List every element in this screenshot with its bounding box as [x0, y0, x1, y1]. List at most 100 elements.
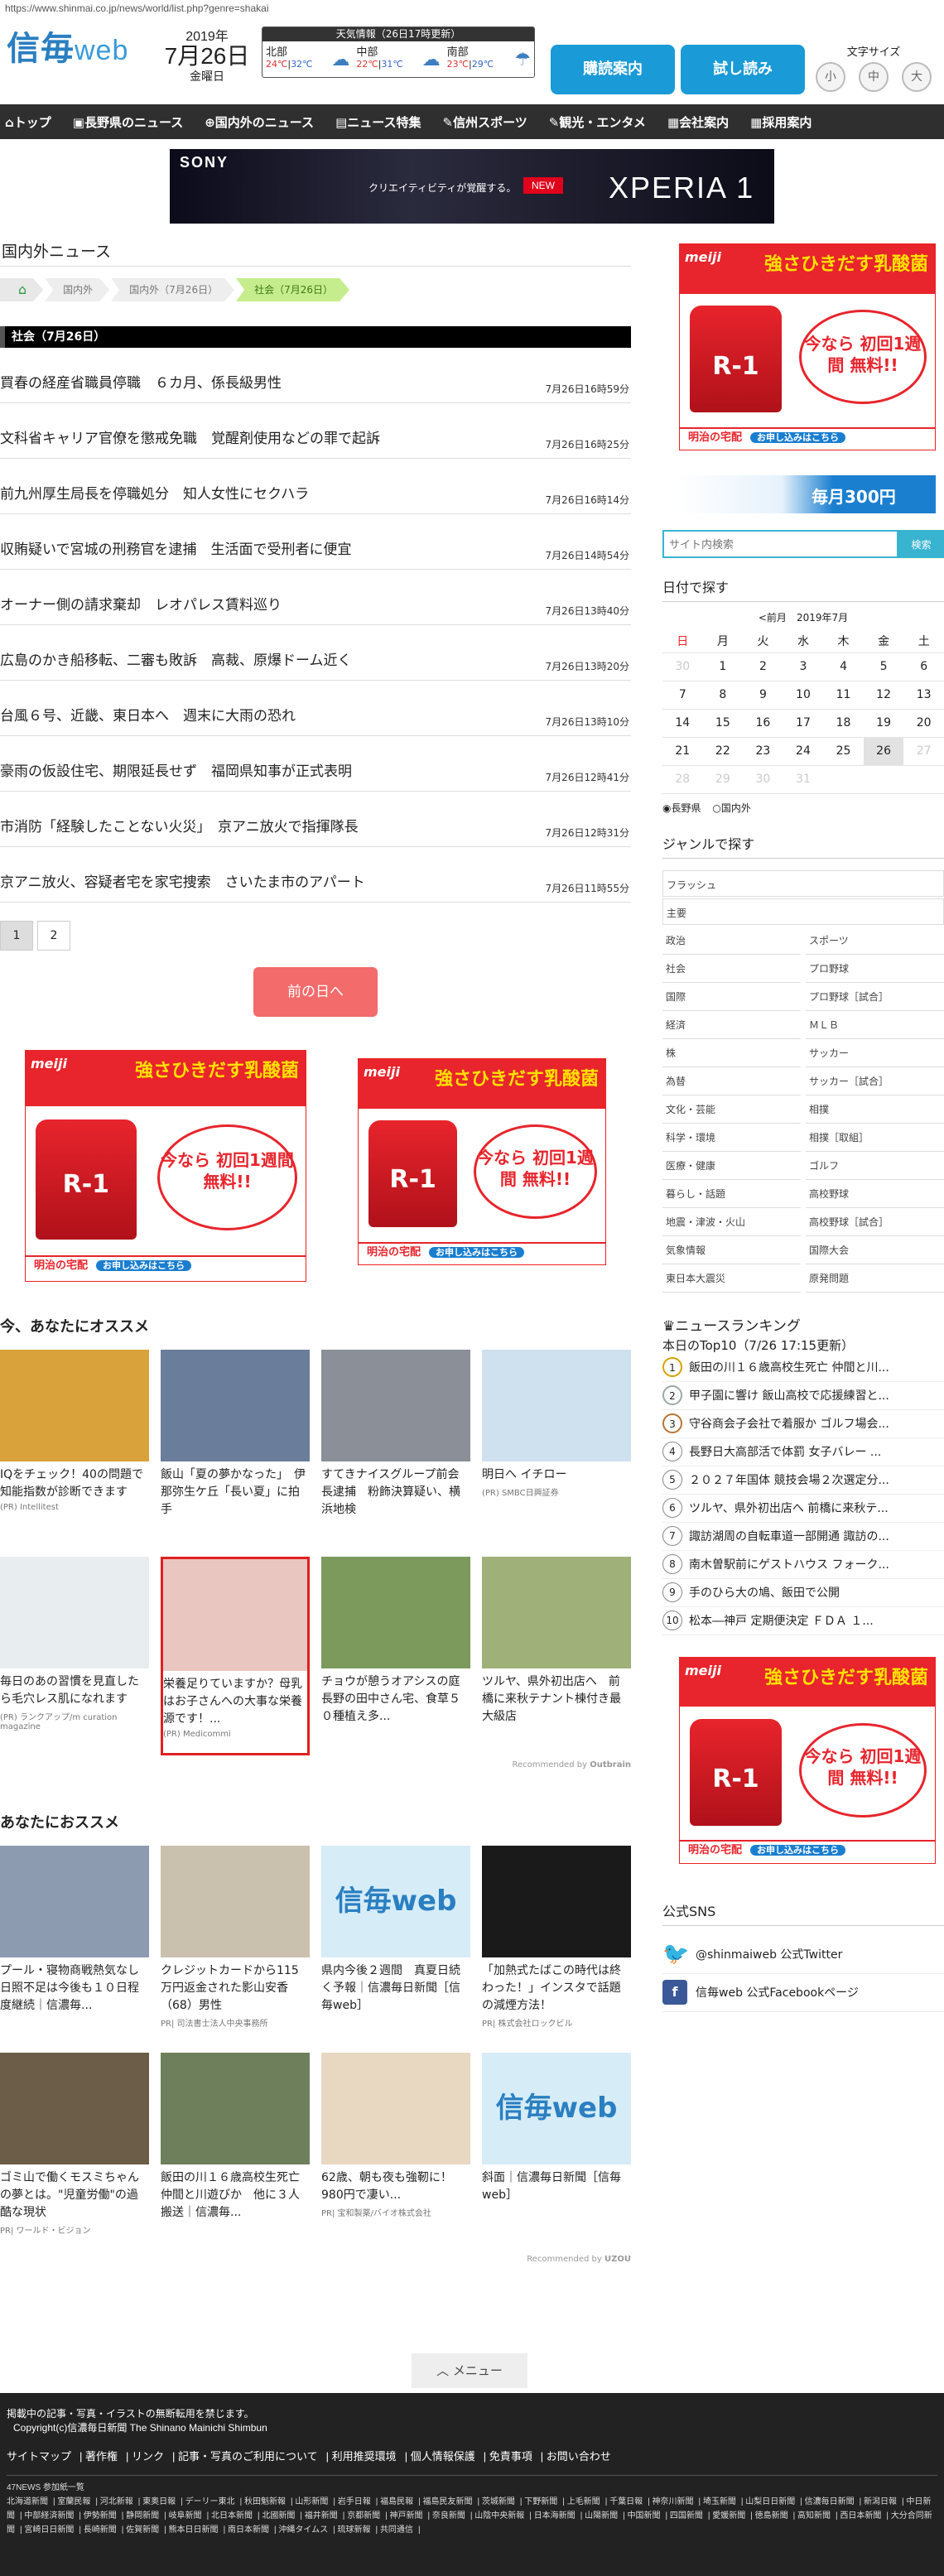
genre-item[interactable]: 高校野球 — [806, 1180, 944, 1208]
search-button[interactable]: 検索 — [898, 530, 944, 558]
nav-sports[interactable]: ✎信州スポーツ — [443, 113, 527, 131]
footer-link[interactable]: 利用推奨環境 — [332, 2450, 397, 2463]
news-item[interactable]: 京アニ放火、容疑者宅を家宅捜索 さいたま市のアパート 7月26日11時55分 — [0, 847, 631, 903]
recommend-card[interactable]: 飯山「夏の夢かなった」 伊那弥生ケ丘「長い夏」に拍手 — [161, 1350, 310, 1548]
genre-item[interactable]: 社会 — [662, 955, 801, 983]
calendar-day[interactable]: 8 — [702, 681, 744, 710]
partner-link[interactable]: 東奥日報 — [142, 2497, 176, 2506]
radio-nagano[interactable]: ◉長野県 — [662, 802, 701, 814]
recommend-card[interactable]: 明日へ イチロー (PR) SMBC日興証券 — [482, 1350, 631, 1548]
partner-link[interactable]: 南日本新聞 — [228, 2525, 269, 2535]
news-title[interactable]: 台風６号、近畿、東日本へ 週末に大雨の恐れ — [0, 704, 296, 725]
subscribe-button[interactable]: 購読案内 — [551, 45, 675, 94]
news-title[interactable]: 京アニ放火、容疑者宅を家宅捜索 さいたま市のアパート — [0, 870, 365, 891]
partner-link[interactable]: 山陽新聞 — [585, 2511, 618, 2521]
partner-link[interactable]: 静岡新聞 — [126, 2511, 159, 2521]
partner-link[interactable]: 奈良新聞 — [432, 2511, 465, 2521]
partner-link[interactable]: 西日本新聞 — [840, 2511, 881, 2521]
genre-item[interactable]: 医療・健康 — [662, 1152, 801, 1180]
calendar-day[interactable]: 15 — [702, 709, 744, 738]
footer-link[interactable]: 免責事項 — [489, 2450, 532, 2463]
genre-item[interactable]: 相撲 — [806, 1095, 944, 1124]
partner-link[interactable]: 山形新聞 — [295, 2497, 328, 2506]
partner-link[interactable]: 日本海新聞 — [534, 2511, 576, 2521]
news-item[interactable]: 広島のかき船移転、二審も敗訴 高裁、原爆ドーム近く 7月26日13時20分 — [0, 625, 631, 681]
ranking-item[interactable]: 1 飯田の川１６歳高校生死亡 仲間と川... — [662, 1354, 944, 1382]
genre-item[interactable]: 科学・環境 — [662, 1124, 801, 1152]
partner-link[interactable]: 福島民報 — [380, 2497, 413, 2506]
calendar-day[interactable]: 7 — [662, 681, 703, 710]
calendar-day[interactable]: 5 — [863, 652, 904, 681]
partner-link[interactable]: 四国新聞 — [670, 2511, 703, 2521]
genre-item[interactable]: ゴルフ — [806, 1152, 944, 1180]
twitter-link[interactable]: 🐦 @shinmaiweb 公式Twitter — [662, 1936, 944, 1974]
partner-link[interactable]: 共同通信 — [380, 2525, 413, 2535]
recommend-card[interactable]: チョウが憩うオアシスの庭 長野の田中さん宅、食草５０種植え多... — [321, 1557, 471, 1755]
partner-link[interactable]: 北日本新聞 — [211, 2511, 253, 2521]
genre-item[interactable]: 相撲［取組］ — [806, 1124, 944, 1152]
footer-link[interactable]: 記事・写真のご利用について — [178, 2450, 318, 2463]
genre-item[interactable]: 国際大会 — [806, 1236, 944, 1264]
genre-item[interactable]: 経済 — [662, 1011, 801, 1039]
ranking-item[interactable]: 2 甲子園に響け 飯山高校で応援練習と... — [662, 1382, 944, 1410]
nav-world-news[interactable]: ⊕国内外のニュース — [205, 113, 314, 131]
calendar-day[interactable]: 18 — [823, 709, 864, 738]
partner-link[interactable]: デーリー東北 — [185, 2497, 235, 2506]
recommend-card[interactable]: ツルヤ、県外初出店へ 前橋に来秋テナント棟付き最大級店 — [482, 1557, 631, 1755]
genre-item[interactable]: ＭＬＢ — [806, 1011, 944, 1039]
calendar-day[interactable]: 13 — [903, 681, 944, 710]
top-banner-ad[interactable]: SONY クリエイティビティが覚醒する。 NEW XPERIA 1 — [170, 149, 774, 224]
news-item[interactable]: 台風６号、近畿、東日本へ 週末に大雨の恐れ 7月26日13時10分 — [0, 681, 631, 736]
nav-top[interactable]: ⌂トップ — [5, 113, 51, 131]
ranking-item[interactable]: 4 長野日大高部活で体罰 女子バレー ... — [662, 1438, 944, 1466]
partner-link[interactable]: 千葉日報 — [609, 2497, 643, 2506]
partner-link[interactable]: 上毛新聞 — [567, 2497, 600, 2506]
ad-apply-button[interactable]: お申し込みはこちら — [750, 431, 846, 443]
meiji-ad[interactable]: meiji 強さひきだす乳酸菌 R-1 今なら 初回1週間 無料!! 明治の宅配お… — [25, 1050, 306, 1282]
breadcrumb-item[interactable]: 国内外（7月26日） — [111, 278, 234, 301]
ranking-item[interactable]: 8 南木曽駅前にゲストハウス フォーク... — [662, 1551, 944, 1579]
calendar-day[interactable]: 21 — [662, 737, 703, 766]
genre-item[interactable]: 文化・芸能 — [662, 1095, 801, 1124]
news-title[interactable]: 前九州厚生局長を停職処分 知人女性にセクハラ — [0, 482, 309, 503]
footer-link[interactable]: お問い合わせ — [547, 2450, 611, 2463]
calendar-day[interactable]: 14 — [662, 709, 703, 738]
genre-item[interactable]: 暮らし・話題 — [662, 1180, 801, 1208]
calendar-day[interactable]: 17 — [783, 709, 824, 738]
news-item[interactable]: 市消防「経験したことない火災」 京アニ放火で指揮隊長 7月26日12時31分 — [0, 792, 631, 847]
calendar-day[interactable]: 2 — [743, 652, 783, 681]
ranking-item[interactable]: 5 ２０２７年国体 競技会場２次選定分... — [662, 1466, 944, 1495]
calendar-day[interactable]: 24 — [783, 737, 824, 766]
ranking-item[interactable]: 10 松本―神戸 定期便決定 ＦＤＡ １... — [662, 1607, 944, 1635]
genre-item[interactable]: プロ野球 — [806, 955, 944, 983]
ad-apply-button[interactable]: お申し込みはこちら — [750, 1845, 846, 1856]
partner-link[interactable]: 茨城新聞 — [482, 2497, 515, 2506]
nav-features[interactable]: ▤ニュース特集 — [335, 113, 421, 131]
news-title[interactable]: 市消防「経験したことない火災」 京アニ放火で指揮隊長 — [0, 815, 359, 835]
partner-link[interactable]: 熊本日日新聞 — [169, 2525, 219, 2535]
news-title[interactable]: 買春の経産省職員停職 ６カ月、係長級男性 — [0, 371, 282, 392]
news-item[interactable]: 文科省キャリア官僚を懲戒免職 覚醒剤使用などの罪で起訴 7月26日16時25分 — [0, 403, 631, 459]
partner-link[interactable]: 伊勢新聞 — [84, 2511, 117, 2521]
genre-item[interactable]: 高校野球［試合］ — [806, 1208, 944, 1236]
sidebar-meiji-ad[interactable]: meiji 強さひきだす乳酸菌 R-1 今なら 初回1週間 無料!! 明治の宅配お… — [679, 243, 936, 450]
partner-link[interactable]: 北國新聞 — [262, 2511, 295, 2521]
calendar-day[interactable]: 9 — [743, 681, 783, 710]
news-title[interactable]: 文科省キャリア官僚を懲戒免職 覚醒剤使用などの罪で起訴 — [0, 426, 380, 447]
news-item[interactable]: 前九州厚生局長を停職処分 知人女性にセクハラ 7月26日16時14分 — [0, 459, 631, 514]
recommend-card[interactable]: IQをチェック！40の問題で知能指数が診断できます (PR) Intellites… — [0, 1350, 149, 1548]
sidebar-meiji-ad[interactable]: meiji 強さひきだす乳酸菌 R-1 今なら 初回1週間 無料!! 明治の宅配お… — [679, 1656, 936, 1864]
calendar-day[interactable]: 23 — [743, 737, 783, 766]
menu-toggle-button[interactable]: ︿ メニュー — [412, 2353, 527, 2388]
facebook-link[interactable]: f 信毎web 公式Facebookページ — [662, 1974, 944, 2012]
calendar-day-today[interactable]: 26 — [863, 737, 904, 766]
partner-link[interactable]: 信濃毎日新聞 — [805, 2497, 855, 2506]
partner-link[interactable]: 河北新報 — [100, 2497, 133, 2506]
partner-link[interactable]: 宮崎日日新聞 — [24, 2525, 74, 2535]
footer-link[interactable]: リンク — [132, 2450, 164, 2463]
partner-link[interactable]: 佐賀新聞 — [126, 2525, 159, 2535]
news-title[interactable]: オーナー側の請求棄却 レオパレス賃料巡り — [0, 593, 282, 614]
page-1-button[interactable]: 1 — [0, 921, 33, 951]
genre-item[interactable]: サッカー［試合］ — [806, 1067, 944, 1095]
calendar-day[interactable]: 10 — [783, 681, 824, 710]
